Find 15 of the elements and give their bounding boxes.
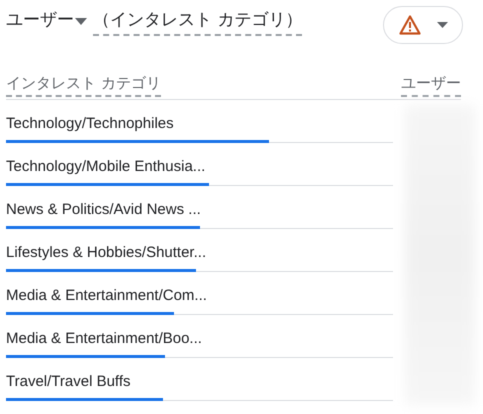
caret-icon [436,22,448,28]
category-label: Technology/Mobile Enthusia... [6,157,206,177]
category-label: Media & Entertainment/Boo... [6,329,203,349]
category-label: Media & Entertainment/Com... [6,286,208,306]
column-header[interactable]: ユーザー [401,72,461,96]
metric-title: ユーザー [6,9,74,32]
category-label: Lifestyles & Hobbies/Shutter... [6,243,208,263]
column-header[interactable]: インタレスト カテゴリ [6,72,161,96]
category-label: Travel/Travel Buffs [6,372,132,392]
dimension-title[interactable]: （インタレスト カテゴリ） [93,8,302,36]
category-label: Technology/Technophiles [6,114,175,134]
warning-button[interactable] [383,6,463,44]
warning-icon [398,15,420,35]
dropdown-caret-icon[interactable] [75,18,87,26]
category-label: News & Politics/Avid News ... [6,200,202,220]
